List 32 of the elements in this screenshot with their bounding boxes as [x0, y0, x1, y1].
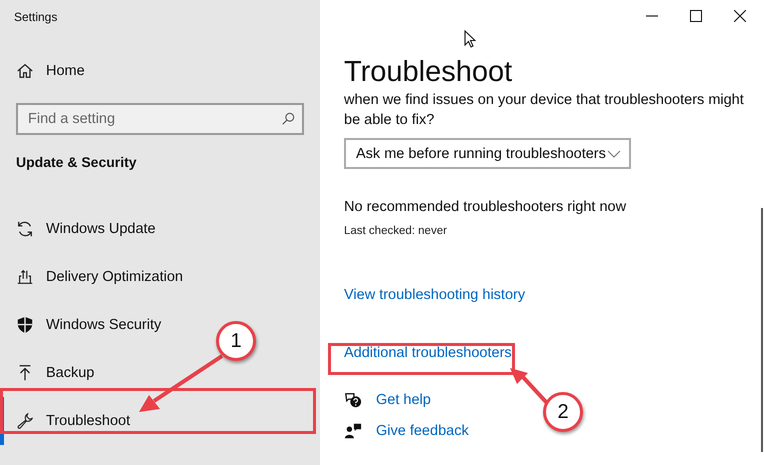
link[interactable]: Additional troubleshooters: [344, 345, 512, 361]
window-title: Settings: [14, 10, 58, 24]
sidebar-item[interactable]: Backup: [0, 349, 96, 397]
status-text: No recommended troubleshooters right now: [344, 199, 628, 215]
sidebar-item[interactable]: Troubleshoot: [0, 397, 132, 445]
wrench-icon: [16, 412, 34, 430]
link[interactable]: View troubleshooting history: [344, 287, 526, 303]
sidebar-item[interactable]: Delivery Optimization: [0, 253, 184, 301]
person-feedback-icon: [344, 422, 362, 440]
home-icon: [16, 62, 34, 80]
shield-icon: [16, 316, 34, 334]
dropdown[interactable]: Ask me before running troubleshooters: [344, 138, 631, 169]
search-field[interactable]: Find a setting: [16, 103, 304, 135]
page-title: Troubleshoot: [344, 56, 514, 88]
section-heading: Update & Security: [16, 154, 138, 170]
link[interactable]: Get help: [376, 392, 431, 408]
close-icon[interactable]: [734, 10, 746, 22]
sidebar-item[interactable]: Windows Security: [0, 301, 162, 349]
chevron-down-icon: [607, 150, 621, 158]
chat-question-icon: [344, 391, 362, 409]
link[interactable]: Give feedback: [376, 423, 469, 439]
home-item[interactable]: Home: [0, 56, 86, 86]
sync-icon: [16, 220, 34, 238]
upload-tray-icon: [16, 268, 34, 286]
pointer-icon: [464, 30, 476, 48]
question-text: when we find issues on your device that troubleshooters might be able to fix?: [344, 91, 744, 130]
sidebar-item[interactable]: Windows Update: [0, 205, 157, 253]
last-checked-text: Last checked: never: [344, 225, 448, 237]
maximize-icon[interactable]: [690, 10, 702, 22]
arrow: [510, 368, 548, 404]
search-icon: [281, 112, 295, 126]
scrollbar[interactable]: [761, 208, 763, 452]
